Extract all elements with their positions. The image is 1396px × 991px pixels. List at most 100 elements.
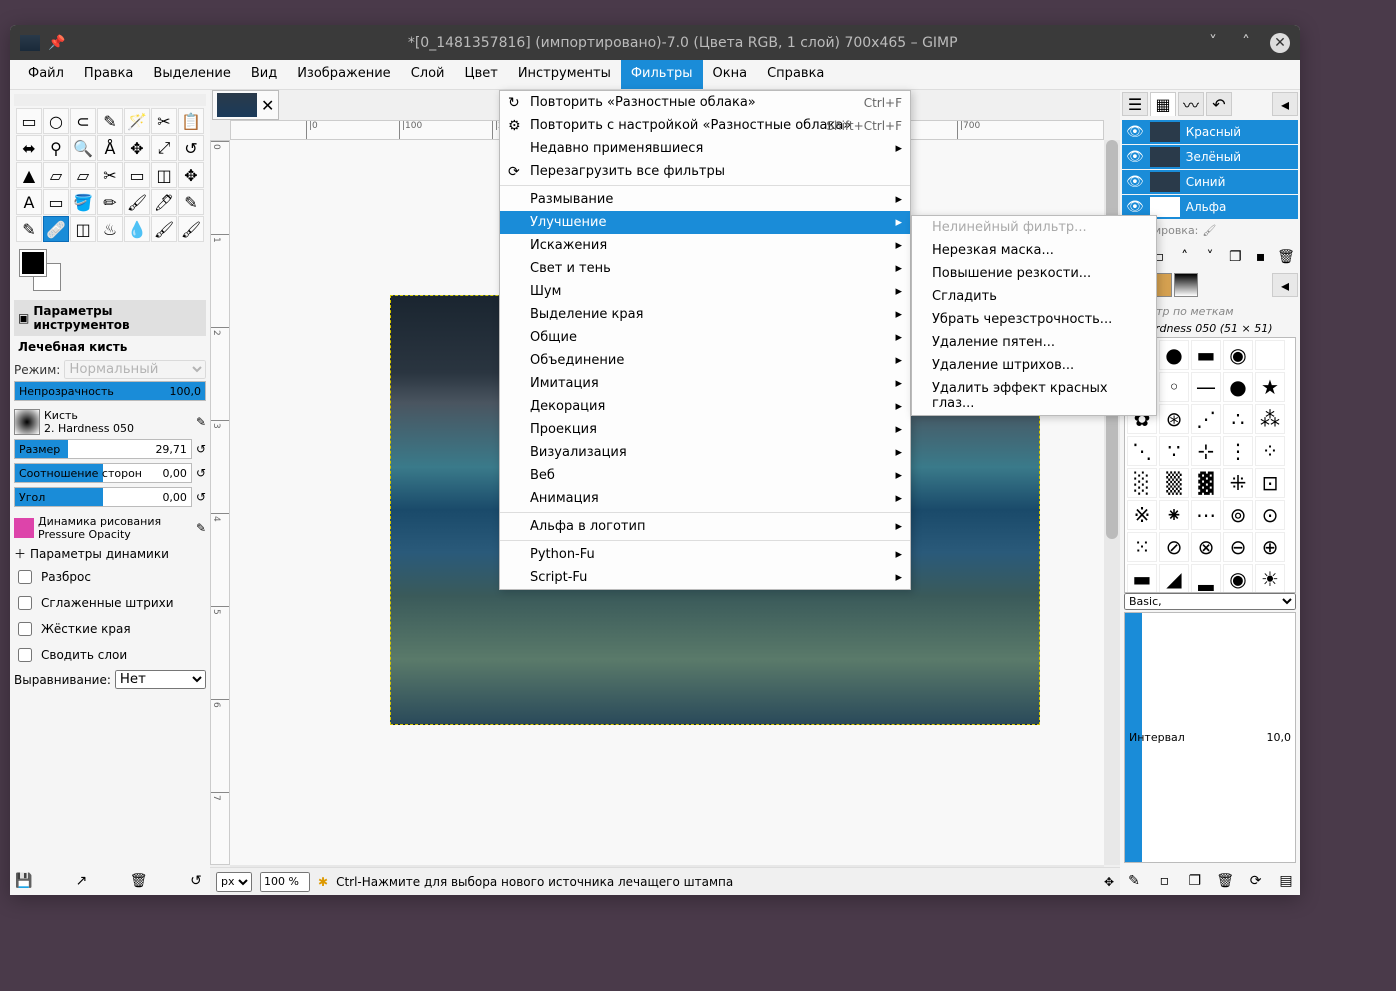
brush-cell[interactable]: ⊘	[1159, 532, 1189, 562]
channel-to-sel-icon[interactable]: ▪	[1251, 247, 1271, 267]
enhance-menu-item[interactable]: Сгладить	[912, 285, 1156, 308]
menu-изображение[interactable]: Изображение	[287, 60, 400, 89]
brush-cell[interactable]: ⊙	[1255, 500, 1285, 530]
eye-icon[interactable]: 👁	[1126, 199, 1144, 215]
brush-cell[interactable]: ▬	[1191, 340, 1221, 370]
channels-tab[interactable]: ▦	[1150, 92, 1176, 116]
tool-22[interactable]: ▭	[43, 189, 69, 215]
tool-29[interactable]: 🩹	[43, 216, 69, 242]
brush-cell[interactable]: ⁙	[1127, 532, 1157, 562]
tool-31[interactable]: ♨	[97, 216, 123, 242]
tool-21[interactable]: A	[16, 189, 42, 215]
tool-32[interactable]: 💧	[124, 216, 150, 242]
scatter-checkbox[interactable]: Разброс	[14, 564, 206, 590]
tool-17[interactable]: ✂	[97, 162, 123, 188]
tool-8[interactable]: ⚲	[43, 135, 69, 161]
image-tab[interactable]: ✕	[212, 90, 279, 120]
menu-вид[interactable]: Вид	[241, 60, 287, 89]
smooth-strokes-checkbox[interactable]: Сглаженные штрихи	[14, 590, 206, 616]
tool-20[interactable]: ✥	[178, 162, 204, 188]
filter-menu-item[interactable]: Python-Fu▸	[500, 543, 910, 566]
menu-справка[interactable]: Справка	[757, 60, 834, 89]
tool-9[interactable]: 🔍	[70, 135, 96, 161]
tool-13[interactable]: ↺	[178, 135, 204, 161]
enhance-menu-item[interactable]: Удаление штрихов...	[912, 354, 1156, 377]
delete-channel-icon[interactable]: 🗑	[1276, 247, 1296, 267]
fg-color[interactable]	[20, 250, 46, 276]
interval-slider[interactable]: Интервал 10,0	[1124, 612, 1296, 864]
reset-aspect-icon[interactable]: ↺	[196, 466, 206, 480]
filter-menu-item[interactable]: ↻Повторить «Разностные облака»Ctrl+F	[500, 91, 910, 114]
tool-30[interactable]: ◫	[70, 216, 96, 242]
tool-24[interactable]: ✏	[97, 189, 123, 215]
brush-cell[interactable]: ※	[1127, 500, 1157, 530]
brush-cell[interactable]: ⊡	[1255, 468, 1285, 498]
filter-menu-item[interactable]: Недавно применявшиеся▸	[500, 137, 910, 160]
brush-cell[interactable]: ◦	[1159, 372, 1189, 402]
save-options-icon[interactable]: 💾	[14, 871, 34, 891]
reset-size-icon[interactable]: ↺	[196, 442, 206, 456]
filter-menu-item[interactable]: Альфа в логотип▸	[500, 515, 910, 538]
brush-cell[interactable]: ●	[1223, 372, 1253, 402]
filter-menu-item[interactable]: Свет и тень▸	[500, 257, 910, 280]
undo-tab[interactable]: ↶	[1206, 92, 1232, 116]
tool-28[interactable]: ✎	[16, 216, 42, 242]
brush-cell[interactable]: ▓	[1191, 468, 1221, 498]
nav-icon[interactable]: ✥	[1104, 875, 1114, 889]
brush-cell[interactable]: ⁘	[1255, 436, 1285, 466]
brush-cell[interactable]: ◉	[1223, 564, 1253, 593]
brush-cell[interactable]: ⊹	[1191, 436, 1221, 466]
delete-options-icon[interactable]: 🗑	[129, 871, 149, 891]
brush-cell[interactable]: ░	[1127, 468, 1157, 498]
enhance-menu-item[interactable]: Повышение резкости...	[912, 262, 1156, 285]
enhance-menu-item[interactable]: Удаление пятен...	[912, 331, 1156, 354]
tool-14[interactable]: ▲	[16, 162, 42, 188]
enhance-menu-item[interactable]: Удалить эффект красных глаз...	[912, 377, 1156, 415]
duplicate-brush-icon[interactable]: ❐	[1185, 871, 1205, 891]
filter-menu-item[interactable]: Общие▸	[500, 326, 910, 349]
tab-close-icon[interactable]: ✕	[261, 96, 274, 115]
channel-Красный[interactable]: 👁Красный	[1122, 120, 1298, 144]
mode-select[interactable]: Нормальный	[64, 360, 206, 379]
dock-menu-icon[interactable]: ◂	[1272, 92, 1298, 116]
filter-menu-item[interactable]: Веб▸	[500, 464, 910, 487]
menu-цвет[interactable]: Цвет	[454, 60, 507, 89]
opacity-slider[interactable]: Непрозрачность 100,0	[14, 381, 206, 401]
filter-menu-item[interactable]: Декорация▸	[500, 395, 910, 418]
enhance-menu-item[interactable]: Нерезкая маска...	[912, 239, 1156, 262]
eye-icon[interactable]: 👁	[1126, 124, 1144, 140]
layers-tab[interactable]: ☰	[1122, 92, 1148, 116]
lower-channel-icon[interactable]: ˅	[1200, 247, 1220, 267]
hard-edges-checkbox[interactable]: Жёсткие края	[14, 616, 206, 642]
pin-icon[interactable]: 📌	[48, 35, 65, 51]
tool-12[interactable]: ⤢	[151, 135, 177, 161]
tool-4[interactable]: 🪄	[124, 108, 150, 134]
close-button[interactable]: ✕	[1270, 33, 1290, 53]
filter-menu-item[interactable]: Script-Fu▸	[500, 566, 910, 589]
edit-brush-icon[interactable]: ✎	[1124, 871, 1144, 891]
gradients-tab[interactable]	[1174, 273, 1198, 297]
merge-layers-checkbox[interactable]: Сводить слои	[14, 642, 206, 668]
filter-menu-item[interactable]: Анимация▸	[500, 487, 910, 510]
brush-cell[interactable]: ⁕	[1159, 500, 1189, 530]
filter-menu-item[interactable]: Проекция▸	[500, 418, 910, 441]
open-brush-icon[interactable]: ▤	[1276, 871, 1296, 891]
size-slider[interactable]: Размер 29,71	[14, 439, 192, 459]
menu-инструменты[interactable]: Инструменты	[508, 60, 621, 89]
menu-окна[interactable]: Окна	[703, 60, 758, 89]
minimize-button[interactable]: ˅	[1204, 33, 1222, 51]
filter-menu-item[interactable]: ⟳Перезагрузить все фильтры	[500, 160, 910, 183]
angle-slider[interactable]: Угол 0,00	[14, 487, 192, 507]
delete-brush-icon[interactable]: 🗑	[1215, 871, 1235, 891]
brush-cell[interactable]: ⋱	[1127, 436, 1157, 466]
filter-menu-item[interactable]: Искажения▸	[500, 234, 910, 257]
aspect-slider[interactable]: Соотношение сторон 0,00	[14, 463, 192, 483]
brush-cell[interactable]: ⊚	[1223, 500, 1253, 530]
brush-preset-select[interactable]: Basic,	[1124, 593, 1296, 610]
filter-menu-item[interactable]: Улучшение▸	[500, 211, 910, 234]
reset-options-icon[interactable]: ↺	[186, 871, 206, 891]
edit-brush-icon[interactable]: ✎	[196, 415, 206, 429]
refresh-brush-icon[interactable]: ⟳	[1246, 871, 1266, 891]
brush-cell[interactable]: ⋰	[1191, 404, 1221, 434]
reset-angle-icon[interactable]: ↺	[196, 490, 206, 504]
